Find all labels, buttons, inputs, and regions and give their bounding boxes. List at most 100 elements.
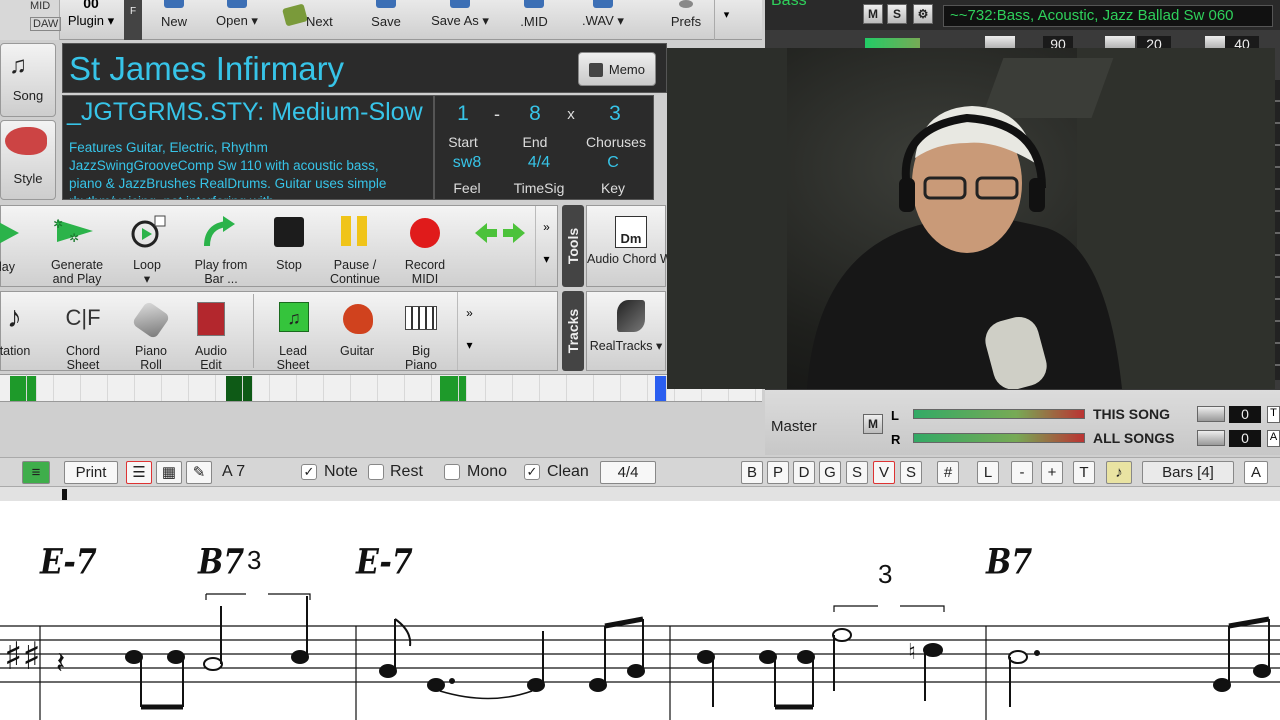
filter-g-button[interactable]: G: [819, 461, 841, 484]
staff-view-icon[interactable]: ☰: [126, 461, 152, 484]
toolbar-fold-handle[interactable]: F: [124, 0, 142, 40]
timesig-field[interactable]: 4/4: [600, 461, 656, 484]
save-wav-button[interactable]: .WAV ▾: [572, 0, 634, 40]
save-midi-button[interactable]: .MID: [508, 0, 560, 40]
note-checkbox[interactable]: ✓: [301, 464, 317, 480]
timesig-value[interactable]: 4/4: [507, 154, 571, 172]
audio-edit-button[interactable]: Audio Edit: [189, 300, 233, 372]
plugin-button[interactable]: 00 Plugin ▾: [62, 0, 120, 40]
solo-button[interactable]: S: [887, 4, 907, 24]
master-mute-button[interactable]: M: [863, 414, 883, 434]
this-song-slider[interactable]: [1197, 406, 1225, 422]
plugin-value: 00: [83, 0, 99, 11]
saxophone-icon: [617, 300, 645, 332]
record-midi-button[interactable]: Record MIDI: [405, 214, 445, 286]
notation-toolbar: ≡ Print ☰ ▦ ✎ A 7 ✓ Note Rest Mono ✓ Cle…: [0, 457, 1280, 487]
this-song-t-button[interactable]: T: [1267, 406, 1280, 423]
prefs-button[interactable]: Prefs: [660, 0, 712, 40]
piano-keys-icon: [405, 306, 437, 330]
filter-p-button[interactable]: P: [767, 461, 789, 484]
open-button[interactable]: Open ▾: [206, 0, 268, 40]
tracks-tab[interactable]: Tracks: [562, 291, 584, 371]
start-value[interactable]: 1: [445, 102, 481, 126]
stop-button[interactable]: Stop: [271, 214, 307, 284]
notation-button[interactable]: ♪ Notation: [0, 300, 37, 370]
style-button[interactable]: Style: [0, 120, 56, 200]
lead-sheet-button[interactable]: ♫ Lead Sheet: [271, 300, 315, 372]
mid-label[interactable]: MID: [30, 0, 50, 12]
choruses-value[interactable]: 3: [593, 102, 637, 126]
play-from-bar-button[interactable]: Play from Bar ...: [193, 214, 249, 286]
minus-button[interactable]: -: [1011, 461, 1033, 484]
main-toolbar: MID DAW 00 Plugin ▾ F New Open ▾ Next Sa…: [0, 0, 762, 40]
notation-mode-icon[interactable]: ≡: [22, 461, 50, 484]
filter-s-button[interactable]: S: [846, 461, 868, 484]
song-progress-strip[interactable]: [0, 374, 762, 402]
mixer-track-name[interactable]: Bass: [771, 0, 807, 10]
pause-button[interactable]: Pause / Continue: [330, 214, 380, 286]
memo-button[interactable]: Memo: [578, 52, 656, 86]
audio-chord-wizard-button[interactable]: Dm Audio Chord Wizard: [586, 205, 699, 287]
windows-more-button[interactable]: » ▾: [457, 292, 481, 370]
song-title-bar[interactable]: St James Infirmary Memo: [62, 43, 667, 93]
transport-more-button[interactable]: » ▾: [535, 206, 557, 286]
mono-checkbox[interactable]: [444, 464, 460, 480]
piano-roll-button[interactable]: Piano Roll: [129, 300, 173, 372]
style-name[interactable]: _JGTGRMS.STY: Medium-Slow: [67, 98, 423, 127]
chord-sheet-button[interactable]: C|F Chord Sheet: [61, 300, 105, 372]
left-right-arrows-icon: [475, 223, 525, 243]
t-button[interactable]: T: [1073, 461, 1095, 484]
song-button[interactable]: ♫ Song: [0, 43, 56, 117]
tools-tab[interactable]: Tools: [562, 205, 584, 287]
all-songs-a-button[interactable]: A: [1267, 430, 1280, 447]
playback-cursor[interactable]: [62, 489, 67, 500]
realtracks-button[interactable]: RealTracks ▾: [586, 291, 666, 371]
style-panel[interactable]: _JGTGRMS.STY: Medium-Slow Features Guita…: [62, 95, 434, 200]
all-songs-slider[interactable]: [1197, 430, 1225, 446]
clean-label: Clean: [547, 463, 589, 480]
filter-s2-button[interactable]: S: [900, 461, 922, 484]
chord-edit-icon[interactable]: ♪: [1106, 461, 1132, 484]
prefs-label: Prefs: [670, 14, 702, 29]
sharp-button[interactable]: #: [937, 461, 959, 484]
edit-view-icon[interactable]: ✎: [186, 461, 212, 484]
clean-checkbox[interactable]: ✓: [524, 464, 540, 480]
play-button[interactable]: Play: [0, 216, 25, 286]
new-button[interactable]: New: [150, 0, 198, 40]
right-channel-label: R: [891, 432, 901, 447]
end-value[interactable]: 8: [517, 102, 553, 126]
song-info-panel: 1 - 8 x 3 Start End Choruses sw8 4/4 C F…: [434, 95, 654, 200]
grid-view-icon[interactable]: ▦: [156, 461, 182, 484]
this-song-value[interactable]: 0: [1229, 406, 1261, 423]
big-piano-button[interactable]: Big Piano: [399, 300, 443, 372]
loop-button[interactable]: Loop ▾: [125, 214, 169, 286]
generate-and-play-button[interactable]: ✲ ✲ Generate and Play: [49, 214, 105, 286]
lead-sheet-label: Lead Sheet: [276, 344, 310, 372]
mixer-instrument-field[interactable]: ~~732:Bass, Acoustic, Jazz Ballad Sw 060: [943, 5, 1273, 27]
bars-dropdown[interactable]: Bars [4]: [1142, 461, 1234, 484]
next-button[interactable]: Next: [280, 0, 348, 40]
prev-next-arrows[interactable]: [473, 220, 529, 250]
font-icon[interactable]: A: [1244, 461, 1268, 484]
daw-button[interactable]: DAW: [30, 17, 62, 31]
save-as-button[interactable]: Save As ▾: [422, 0, 498, 40]
l-button[interactable]: L: [977, 461, 999, 484]
filter-v-button[interactable]: V: [873, 461, 895, 484]
print-button[interactable]: Print: [64, 461, 118, 484]
rest-checkbox[interactable]: [368, 464, 384, 480]
save-button[interactable]: Save: [360, 0, 412, 40]
filter-d-button[interactable]: D: [793, 461, 815, 484]
guitar-button[interactable]: Guitar: [335, 300, 379, 370]
all-songs-value[interactable]: 0: [1229, 430, 1261, 447]
mute-button[interactable]: M: [863, 4, 883, 24]
toolbar-more-arrow[interactable]: ▾: [714, 0, 738, 40]
feel-value[interactable]: sw8: [439, 154, 495, 172]
notation-staff[interactable]: E-7 B7 3 E-7 3 B7 ♯♯ 𝄽 ♮: [0, 501, 1280, 720]
key-value[interactable]: C: [585, 154, 641, 172]
plus-button[interactable]: +: [1041, 461, 1063, 484]
guitar-label: Guitar: [339, 344, 375, 358]
filter-b-button[interactable]: B: [741, 461, 763, 484]
rest-label: Rest: [390, 463, 423, 480]
song-title[interactable]: St James Infirmary: [69, 50, 344, 88]
mixer-settings-button[interactable]: ⚙: [913, 4, 933, 24]
